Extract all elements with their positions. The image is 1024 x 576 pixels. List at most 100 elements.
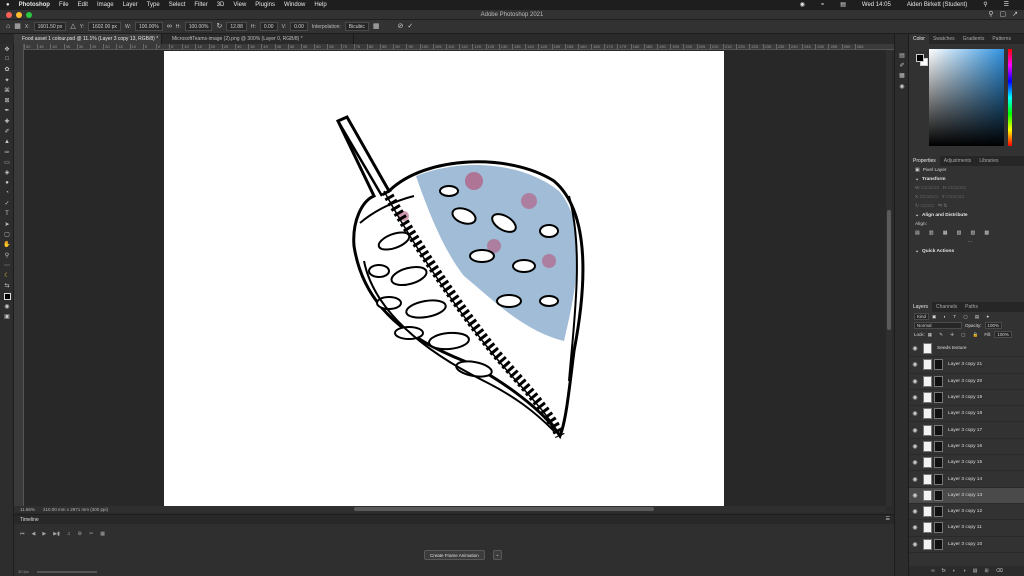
rectangle-tool-icon[interactable]: ▢ [0, 229, 14, 239]
layer-name[interactable]: Layer 3 copy 11 [948, 525, 982, 530]
y-field[interactable]: 1602.00 px [88, 22, 121, 31]
layer-thumbnail[interactable] [923, 538, 932, 550]
layer-mask-thumbnail[interactable] [934, 506, 943, 518]
layer-thumbnail[interactable] [923, 424, 932, 436]
banana-icon[interactable]: ☾ [0, 271, 14, 281]
delta-icon[interactable]: △ [70, 23, 75, 30]
transform-fields[interactable]: X ▭▭▭▭ Y ▭▭▭▭ [909, 193, 1024, 202]
scroll-thumb[interactable] [887, 210, 891, 330]
apple-icon[interactable]: ● [6, 2, 10, 8]
layer-thumbnail[interactable] [923, 489, 932, 501]
layer-thumbnail[interactable] [923, 375, 932, 387]
layer-row[interactable]: ◉ Layer 3 copy 18 [909, 406, 1024, 423]
clone-stamp-icon[interactable]: ▲ [0, 137, 14, 147]
add-mask-icon[interactable]: ◐ [953, 568, 956, 574]
layer-name[interactable]: Layer 3 copy 18 [948, 411, 982, 416]
group-icon[interactable]: ▤ [973, 568, 978, 574]
quick-mask-icon[interactable]: ◉ [0, 301, 14, 311]
layer-row[interactable]: ◉ Layer 3 copy 13 [909, 487, 1024, 504]
layer-mask-thumbnail[interactable] [934, 538, 943, 550]
brush-settings-icon[interactable]: ✐ [895, 60, 909, 70]
prev-frame-icon[interactable]: ◀ [32, 531, 36, 537]
move-tool-icon[interactable]: ✥ [0, 44, 14, 54]
foreground-color-swatch[interactable] [916, 54, 924, 62]
layer-row[interactable]: ◉ Seeds texture [909, 341, 1024, 358]
transform-fields[interactable]: ↻ ▭▭▭ ⇋ ⇅ [909, 202, 1024, 211]
menubar-user[interactable]: Aiden Birkett (Student) [907, 2, 967, 8]
visibility-eye-icon[interactable]: ◉ [909, 394, 921, 401]
first-frame-icon[interactable]: ⏮ [20, 531, 25, 537]
eyedropper-icon[interactable]: ✒ [0, 106, 14, 116]
fx-icon[interactable]: fx [942, 568, 946, 574]
menu-filter[interactable]: Filter [194, 2, 207, 8]
document-canvas[interactable] [164, 51, 724, 507]
menubar-clock[interactable]: Wed 14:05 [862, 2, 891, 8]
screen-mode-icon[interactable]: ▣ [0, 312, 14, 322]
layer-mask-thumbnail[interactable] [934, 424, 943, 436]
h-skew-field[interactable]: 0.00 [259, 22, 278, 31]
tab-patterns[interactable]: Patterns [988, 34, 1015, 44]
layer-mask-thumbnail[interactable] [934, 375, 943, 387]
layer-mask-thumbnail[interactable] [934, 473, 943, 485]
visibility-eye-icon[interactable]: ◉ [909, 443, 921, 450]
layer-name[interactable]: Layer 3 copy 16 [948, 444, 982, 449]
control-center-icon[interactable]: ▤ [840, 2, 846, 8]
layer-thumbnail[interactable] [923, 457, 932, 469]
link-layers-icon[interactable]: ∞ [931, 568, 935, 574]
layer-mask-thumbnail[interactable] [934, 440, 943, 452]
layer-name[interactable]: Layer 3 copy 20 [948, 379, 982, 384]
layer-thumbnail[interactable] [923, 440, 932, 452]
play-icon[interactable]: ▶ [42, 531, 46, 537]
layer-name[interactable]: Layer 3 copy 13 [948, 493, 982, 498]
marquee-tool-icon[interactable]: □ [0, 54, 14, 64]
layer-mask-thumbnail[interactable] [934, 392, 943, 404]
layer-thumbnail[interactable] [923, 392, 932, 404]
lasso-tool-icon[interactable]: ✿ [0, 65, 14, 75]
hue-slider[interactable] [1008, 49, 1012, 146]
layer-name[interactable]: Layer 3 copy 10 [948, 542, 982, 547]
search-icon[interactable]: ⚲ [988, 11, 993, 18]
menu-layer[interactable]: Layer [123, 2, 138, 8]
path-select-icon[interactable]: ➤ [0, 219, 14, 229]
create-frame-animation-button[interactable]: Create Frame Animation [424, 550, 485, 560]
home-icon[interactable]: ⌂ [6, 23, 10, 30]
frame-tool-icon[interactable]: ⊠ [0, 95, 14, 105]
visibility-eye-icon[interactable]: ◉ [909, 427, 921, 434]
layer-mask-thumbnail[interactable] [934, 408, 943, 420]
visibility-eye-icon[interactable]: ◉ [909, 508, 921, 515]
more-options[interactable]: ⋯ [909, 238, 1024, 247]
layer-mask-thumbnail[interactable] [934, 489, 943, 501]
type-tool-icon[interactable]: T [0, 209, 14, 219]
layer-row[interactable]: ◉ Layer 3 copy 10 [909, 537, 1024, 553]
menu-list-icon[interactable]: ☰ [1004, 2, 1009, 8]
visibility-eye-icon[interactable]: ◉ [909, 476, 921, 483]
layer-name[interactable]: Layer 3 copy 17 [948, 428, 982, 433]
creative-cloud-icon[interactable]: ◉ [800, 2, 805, 8]
color-swatches-icon[interactable] [0, 291, 14, 301]
menu-select[interactable]: Select [169, 2, 186, 8]
share-icon[interactable]: ↗ [1012, 11, 1018, 18]
magic-wand-icon[interactable]: ✦ [0, 75, 14, 85]
visibility-eye-icon[interactable]: ◉ [909, 345, 921, 352]
layer-thumbnail[interactable] [923, 473, 932, 485]
audio-icon[interactable]: ♫ [67, 531, 71, 537]
link-icon[interactable]: ∞ [167, 23, 172, 30]
next-frame-icon[interactable]: ▶▮ [53, 531, 60, 537]
app-menu[interactable]: Photoshop [19, 2, 50, 8]
visibility-eye-icon[interactable]: ◉ [909, 378, 921, 385]
wifi-icon[interactable]: ≈ [821, 2, 824, 8]
layer-thumbnail[interactable] [923, 343, 932, 355]
warp-icon[interactable]: ▦ [373, 23, 380, 30]
layer-row[interactable]: ◉ Layer 3 copy 16 [909, 439, 1024, 456]
vertical-scrollbar[interactable] [886, 50, 892, 506]
brush-tool-icon[interactable]: ✐ [0, 126, 14, 136]
zoom-tool-icon[interactable]: ⚲ [0, 250, 14, 260]
menu-view[interactable]: View [233, 2, 246, 8]
angle-field[interactable]: 12.88 [226, 22, 247, 31]
edit-toolbar-icon[interactable]: ⋯ [0, 260, 14, 270]
frame-rate[interactable]: 30 fps [18, 569, 29, 574]
tab-food-asset[interactable]: Food asset 1 colour.psd @ 11.1% (Layer 3… [14, 34, 162, 44]
pen-tool-icon[interactable]: ✓ [0, 198, 14, 208]
healing-brush-icon[interactable]: ✚ [0, 116, 14, 126]
align-section[interactable]: ⌄ Align and Distribute [909, 211, 1024, 220]
